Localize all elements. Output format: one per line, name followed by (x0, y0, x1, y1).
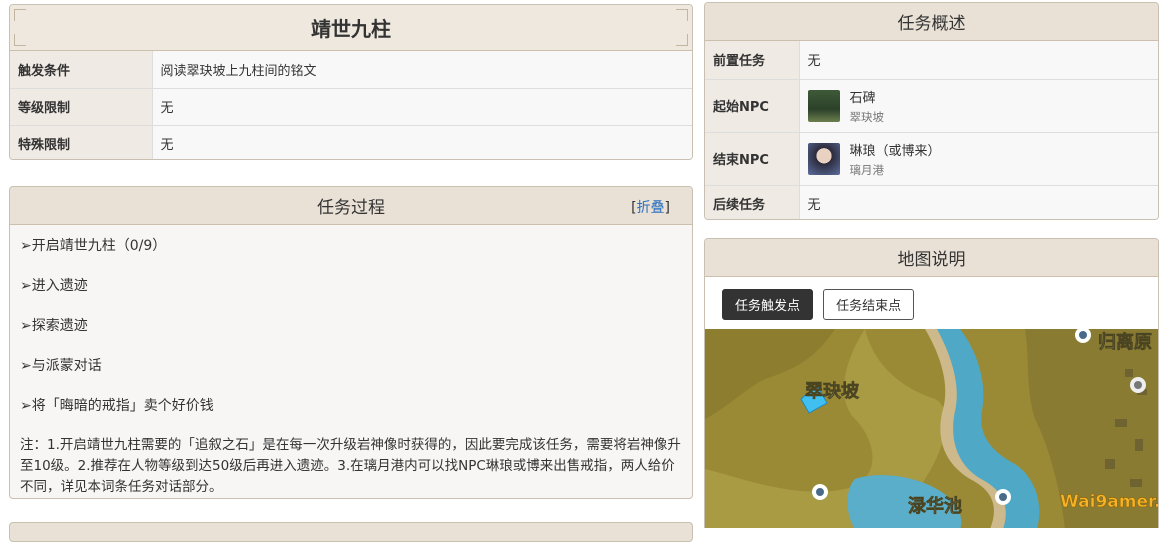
waypoint-icon[interactable] (812, 484, 828, 500)
start-npc[interactable]: 石碑 翠玦坡 (807, 87, 1151, 125)
overview-table: 前置任务 无 起始NPC 石碑 翠玦坡 结束NPC 琳琅（或博来） 璃月港 后续… (705, 41, 1158, 219)
npc-name: 琳琅（或博来） (849, 143, 941, 159)
map-title-bar: 地图说明 (705, 239, 1158, 277)
overview-value: 无 (799, 185, 1158, 219)
npc-portrait-avatar (807, 142, 840, 175)
corner-ornament-icon (676, 9, 688, 21)
info-key: 等级限制 (10, 88, 153, 126)
tab-end-point[interactable]: 任务结束点 (823, 289, 915, 320)
npc-name: 石碑 (849, 90, 876, 106)
overview-key: 前置任务 (705, 41, 800, 80)
process-step: ➢开启靖世九柱（0/9） (20, 238, 167, 254)
overview-key: 后续任务 (705, 185, 800, 219)
table-row: 特殊限制无 (10, 125, 692, 159)
process-step: ➢进入遗迹 (20, 278, 88, 294)
table-row: 后续任务 无 (705, 185, 1158, 219)
process-steps: ➢开启靖世九柱（0/9） ➢进入遗迹 ➢探索遗迹 ➢与派蒙对话 ➢将「晦暗的戒指… (10, 225, 692, 498)
table-row: 等级限制无 (10, 88, 692, 126)
fold-toggle[interactable]: [折叠] (631, 197, 670, 217)
corner-ornament-icon (676, 34, 688, 46)
start-npc-cell: 石碑 翠玦坡 (799, 79, 1158, 133)
table-row: 触发条件 阅读翠玦坡上九柱间的铭文 (10, 51, 692, 89)
end-npc-cell: 琳琅（或博来） 璃月港 (799, 132, 1158, 186)
quest-map[interactable]: 翠玦坡 归离原 渌华池 Wai9amer.com (705, 329, 1159, 528)
overview-title: 任务概述 (897, 14, 966, 34)
process-title-bar: 任务过程 [折叠] (10, 187, 692, 225)
stone-tablet-avatar (807, 89, 840, 122)
table-row: 起始NPC 石碑 翠玦坡 (705, 79, 1158, 133)
map-label-cuijuepo: 翠玦坡 (805, 380, 860, 402)
map-label-luhuachi: 渌华池 (908, 495, 962, 517)
info-value: 阅读翠玦坡上九柱间的铭文 (152, 51, 692, 89)
overview-key: 结束NPC (705, 132, 800, 186)
quest-title-bar: 靖世九柱 (10, 5, 692, 51)
next-section-panel (9, 522, 693, 542)
quest-title: 靖世九柱 (311, 17, 391, 41)
end-npc[interactable]: 琳琅（或博来） 璃月港 (807, 140, 1151, 178)
waypoint-icon[interactable] (995, 489, 1011, 505)
process-step: ➢将「晦暗的戒指」卖个好价钱 (20, 398, 214, 414)
process-step: ➢探索遗迹 (20, 318, 88, 334)
corner-ornament-icon (14, 34, 26, 46)
overview-value: 无 (799, 41, 1158, 80)
tab-trigger-point[interactable]: 任务触发点 (722, 289, 814, 320)
watermark-logo: Wai9amer.com (1060, 492, 1159, 512)
quest-process-panel: 任务过程 [折叠] ➢开启靖世九柱（0/9） ➢进入遗迹 ➢探索遗迹 ➢与派蒙对… (9, 186, 693, 499)
process-title: 任务过程 (317, 198, 385, 218)
map-label-guiliyuan: 归离原 (1098, 331, 1152, 353)
info-key: 触发条件 (10, 51, 153, 89)
fold-link[interactable]: 折叠 (637, 200, 665, 216)
waypoint-icon[interactable] (1130, 377, 1146, 393)
process-note: 注：1.开启靖世九柱需要的「追叙之石」是在每一次升级岩神像时获得的，因此要完成该… (20, 437, 681, 495)
process-step: ➢与派蒙对话 (20, 358, 102, 374)
info-value: 无 (152, 88, 692, 126)
overview-title-bar: 任务概述 (705, 3, 1158, 41)
table-row: 结束NPC 琳琅（或博来） 璃月港 (705, 132, 1158, 186)
quest-info-panel: 靖世九柱 触发条件 阅读翠玦坡上九柱间的铭文 等级限制无 特殊限制无 (9, 4, 693, 160)
npc-location: 璃月港 (849, 162, 885, 177)
quest-info-table: 触发条件 阅读翠玦坡上九柱间的铭文 等级限制无 特殊限制无 (10, 51, 692, 159)
npc-text: 琳琅（或博来） 璃月港 (850, 140, 941, 178)
npc-text: 石碑 翠玦坡 (850, 87, 885, 125)
npc-location: 翠玦坡 (849, 109, 885, 124)
map-panel: 地图说明 任务触发点 任务结束点 翠玦坡 归离原 渌华池 Wai9amer.co… (704, 238, 1159, 528)
table-row: 前置任务 无 (705, 41, 1158, 80)
map-title: 地图说明 (897, 250, 966, 270)
overview-key: 起始NPC (705, 79, 800, 133)
info-key: 特殊限制 (10, 125, 153, 159)
map-tabs: 任务触发点 任务结束点 (705, 277, 1158, 329)
quest-overview-panel: 任务概述 前置任务 无 起始NPC 石碑 翠玦坡 结束NPC 琳琅（或博来） 璃… (704, 2, 1159, 220)
info-value: 无 (152, 125, 692, 159)
corner-ornament-icon (14, 9, 26, 21)
